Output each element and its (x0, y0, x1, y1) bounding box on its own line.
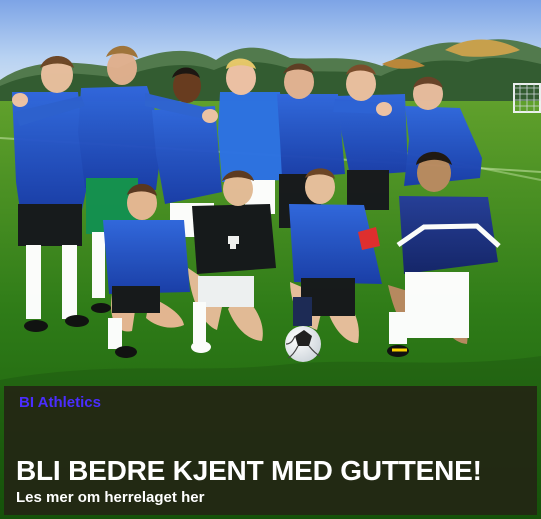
article-title[interactable]: BLI BEDRE KJENT MED GUTTENE! (16, 456, 525, 486)
football-icon (285, 326, 321, 362)
article-subtitle-link[interactable]: Les mer om herrelaget her (16, 489, 525, 507)
article-card[interactable]: BI Athletics BLI BEDRE KJENT MED GUTTENE… (0, 0, 541, 519)
category-link[interactable]: BI Athletics (19, 395, 525, 411)
card-caption-panel: BI Athletics BLI BEDRE KJENT MED GUTTENE… (4, 386, 537, 515)
